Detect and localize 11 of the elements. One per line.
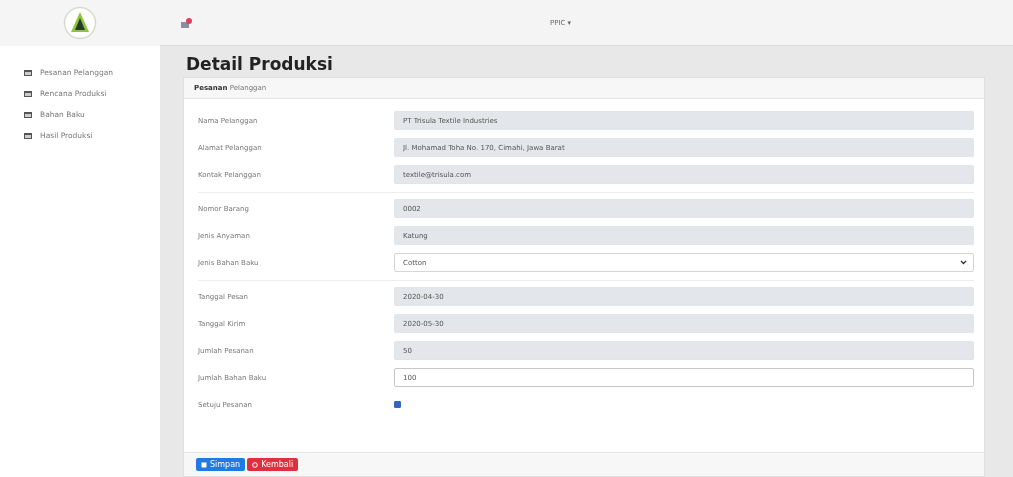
table-icon <box>24 132 32 139</box>
logo-icon <box>63 6 97 40</box>
back-button[interactable]: Kembali <box>247 458 299 471</box>
save-button[interactable]: Simpan <box>196 458 246 471</box>
table-icon <box>24 69 32 76</box>
circle-icon <box>252 461 259 468</box>
table-icon <box>24 111 32 118</box>
page-title: Detail Produksi <box>186 54 334 74</box>
table-icon <box>24 90 32 97</box>
checkbox[interactable] <box>394 401 401 408</box>
chevron-down-icon <box>960 260 967 265</box>
